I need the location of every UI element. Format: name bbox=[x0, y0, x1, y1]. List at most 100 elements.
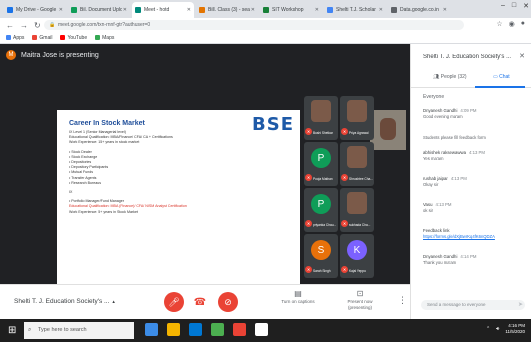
microphone-toggle-button[interactable]: 🎤︎ bbox=[164, 292, 184, 312]
participant-tile[interactable]: S ✕ Sarah Singh bbox=[304, 234, 338, 278]
participant-tile[interactable]: P ✕ priyanka Chau... bbox=[304, 188, 338, 232]
network-icon[interactable]: ⌃ bbox=[486, 326, 490, 332]
self-video-thumbnail[interactable] bbox=[370, 110, 406, 150]
participant-tile[interactable]: P ✕ Pooja Mathan bbox=[304, 142, 338, 186]
chat-message: rushab jaipar 4:13 PM Okay sir bbox=[423, 176, 527, 187]
meeting-details[interactable]: Shelti T. J. Education Society's ... ▴ bbox=[14, 298, 115, 305]
forward-icon[interactable]: → bbox=[20, 21, 28, 30]
profile-icon[interactable]: ● bbox=[521, 20, 525, 28]
tab-favicon-icon bbox=[327, 7, 333, 13]
bookmark-label: Maps bbox=[102, 34, 115, 41]
chat-body-text: Good evening ma'am bbox=[423, 114, 463, 119]
participant-tile[interactable]: K ✕ Kajal Yeppu bbox=[340, 234, 374, 278]
chat-message: abhishek raksewawwa 4:13 PM Yes ma'am bbox=[423, 150, 527, 161]
url-bar[interactable]: 🔒 meet.google.com/txn-rnnf-gtr?authuser=… bbox=[44, 20, 464, 30]
bookmark-label: YouTube bbox=[67, 34, 88, 41]
participant-avatar: K bbox=[347, 240, 367, 260]
browser-tab[interactable]: SIT Workshop ✕ bbox=[260, 2, 322, 18]
participant-name: Pooja Mathan bbox=[313, 177, 333, 181]
slide-line: Work Experience: 5+ years in Stock Marke… bbox=[69, 209, 138, 214]
chat-link[interactable]: https://forms.gle/dXjBwrKq4fK6nQDZA bbox=[423, 234, 527, 239]
minimize-icon[interactable]: – bbox=[501, 2, 505, 10]
browser-tab[interactable]: Bill. Class (3) - search✕ bbox=[196, 2, 258, 18]
participant-tile[interactable]: ✕ Shrushtee Cha... bbox=[340, 142, 374, 186]
bookmark-label: Gmail bbox=[39, 34, 53, 41]
tab-chat[interactable]: ▭ Chat bbox=[493, 74, 510, 80]
bookmark-icon bbox=[32, 35, 38, 40]
muted-mic-icon: ✕ bbox=[341, 220, 348, 227]
captions-button[interactable]: ▤ Turn on captions bbox=[275, 290, 321, 305]
pinned-app-icon[interactable] bbox=[255, 323, 268, 336]
present-label: Present now (presenting) bbox=[347, 299, 373, 310]
extensions-icon[interactable]: ◉ bbox=[509, 20, 515, 28]
present-now-button[interactable]: ⊡ Present now (presenting) bbox=[335, 289, 385, 311]
pinned-app-icon[interactable] bbox=[189, 323, 202, 336]
present-icon: ⊡ bbox=[356, 289, 364, 298]
participant-tile[interactable]: ✕ Priya Agrawal bbox=[340, 96, 374, 140]
pinned-app-icon[interactable] bbox=[211, 323, 224, 336]
tab-close-icon[interactable]: ✕ bbox=[123, 7, 127, 13]
muted-mic-icon: ✕ bbox=[305, 174, 312, 181]
chat-message: Dnyanesh Gandhi 4:09 PM Good evening ma'am bbox=[423, 108, 527, 119]
more-options-icon[interactable]: ⋮ bbox=[398, 295, 407, 306]
participant-tile[interactable]: ✕ Bushi Shetkar bbox=[304, 96, 338, 140]
windows-start-icon[interactable]: ⊞ bbox=[8, 325, 16, 336]
chat-message: Dnyanesh Gandhi 4:14 PM Thank you ma'am bbox=[423, 254, 527, 265]
tab-favicon-icon bbox=[7, 7, 13, 13]
tab-label: Shelti T.J. Scholar bbox=[336, 7, 376, 13]
close-icon[interactable]: ✕ bbox=[523, 2, 529, 10]
camera-toggle-button[interactable]: ⊘ bbox=[218, 292, 238, 312]
chat-time: 4:14 PM bbox=[460, 254, 477, 259]
browser-tab[interactable]: Meet - hotd ✕ bbox=[132, 2, 194, 18]
volume-icon[interactable]: 🔊︎ bbox=[496, 326, 499, 332]
chat-message-input[interactable]: Send a message to everyone ➤ bbox=[421, 300, 525, 310]
tab-label: Bill. Class (3) - search bbox=[208, 7, 250, 13]
chat-time: 4:13 PM bbox=[435, 202, 452, 207]
tab-people-label: People (32) bbox=[440, 74, 467, 80]
browser-tab[interactable]: My Drive - Google ✕ bbox=[4, 2, 66, 18]
maximize-icon[interactable]: □ bbox=[512, 2, 516, 10]
pinned-app-icon[interactable] bbox=[167, 323, 180, 336]
tab-label: SIT Workshop bbox=[272, 7, 304, 13]
clock[interactable]: 4:16 PM 11/5/2020 bbox=[505, 323, 525, 335]
tab-close-icon[interactable]: ✕ bbox=[315, 7, 319, 13]
chat-time: 4:09 PM bbox=[460, 108, 477, 113]
chat-time: 4:13 PM bbox=[469, 150, 486, 155]
chat-body-text: Thank you ma'am bbox=[423, 260, 457, 265]
tab-close-icon[interactable]: ✕ bbox=[251, 7, 255, 13]
chat-message-header: Dnyanesh Gandhi 4:14 PM bbox=[423, 254, 527, 259]
bookmark-item[interactable]: Maps bbox=[95, 35, 114, 41]
chat-body-text[interactable]: https://forms.gle/dXjBwrKq4fK6nQDZA bbox=[423, 234, 495, 239]
tab-favicon-icon bbox=[391, 7, 397, 13]
chat-time: 4:13 PM bbox=[450, 176, 467, 181]
tab-favicon-icon bbox=[135, 7, 141, 13]
browser-tab[interactable]: Bil. Document Upload✕ bbox=[68, 2, 130, 18]
browser-tab[interactable]: Data.google.co.in ✕ bbox=[388, 2, 450, 18]
bookmark-item[interactable]: YouTube bbox=[60, 35, 87, 41]
reload-icon[interactable]: ↻ bbox=[34, 21, 41, 30]
taskbar-search-box[interactable]: ⌕ Type here to search bbox=[24, 322, 134, 339]
tab-close-icon[interactable]: ✕ bbox=[59, 7, 63, 13]
browser-tab[interactable]: Shelti T.J. Scholar ✕ bbox=[324, 2, 386, 18]
back-icon[interactable]: ← bbox=[6, 21, 14, 30]
tab-people[interactable]: 👥︎ People (32) bbox=[433, 74, 467, 80]
tab-close-icon[interactable]: ✕ bbox=[443, 7, 447, 13]
close-panel-icon[interactable]: ✕ bbox=[519, 52, 525, 60]
leave-call-button[interactable]: ☎︎ bbox=[193, 297, 207, 308]
pinned-app-icon[interactable] bbox=[233, 323, 246, 336]
tab-close-icon[interactable]: ✕ bbox=[187, 7, 191, 13]
participant-name: Bushi Shetkar bbox=[313, 131, 333, 135]
pinned-app-icon[interactable] bbox=[145, 323, 158, 336]
bookmark-item[interactable]: Apps bbox=[6, 35, 24, 41]
participant-name: Priya Agrawal bbox=[349, 131, 369, 135]
participant-tile[interactable]: ✕ sukhada Cha... bbox=[340, 188, 374, 232]
bookmark-icon bbox=[95, 35, 101, 40]
bookmark-label: Apps bbox=[13, 34, 25, 41]
tab-close-icon[interactable]: ✕ bbox=[379, 7, 383, 13]
star-icon[interactable]: ☆ bbox=[496, 20, 502, 28]
captions-label: Turn on captions bbox=[281, 299, 315, 304]
bookmark-item[interactable]: Gmail bbox=[32, 35, 52, 41]
send-icon[interactable]: ➤ bbox=[518, 300, 523, 310]
shared-slide: BSE Career In Stock Market IX Level 1 (S… bbox=[57, 110, 300, 288]
chat-message-header: Vasu 4:13 PM bbox=[423, 202, 527, 207]
